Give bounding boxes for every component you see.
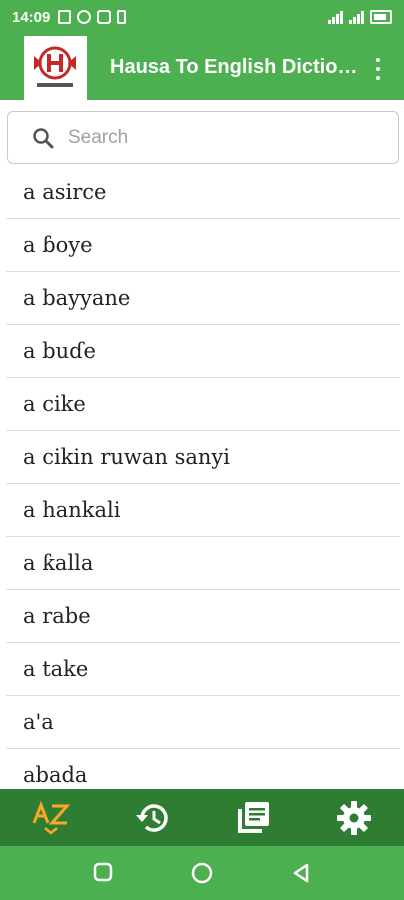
bottom-navigation <box>0 789 404 846</box>
whatsapp-icon <box>77 10 91 24</box>
word-item[interactable]: a bayyane <box>6 272 400 325</box>
app-bar: Hausa To English Dictionary <box>0 36 404 100</box>
word-item[interactable]: a take <box>6 643 400 696</box>
search-bar[interactable] <box>7 111 399 164</box>
gear-icon <box>336 800 371 835</box>
system-status-icons <box>328 10 392 24</box>
document-icon <box>58 10 71 24</box>
az-sort-icon <box>32 800 70 835</box>
overflow-menu-icon[interactable] <box>366 56 390 82</box>
sync-icon <box>97 10 111 24</box>
nav-history-button[interactable] <box>101 789 202 846</box>
battery-icon <box>370 10 392 24</box>
word-item[interactable]: a ɓoye <box>6 219 400 272</box>
word-item[interactable]: a asirce <box>6 166 400 219</box>
app-logo <box>24 36 87 100</box>
word-item[interactable]: a rabe <box>6 590 400 643</box>
word-item[interactable]: a buɗe <box>6 325 400 378</box>
signal-icon-2 <box>349 11 364 24</box>
nav-settings-button[interactable] <box>303 789 404 846</box>
history-icon <box>135 803 168 832</box>
notification-icons <box>58 10 126 24</box>
word-item[interactable]: abada <box>6 749 400 788</box>
phone-icon <box>117 10 126 24</box>
search-input[interactable] <box>68 122 378 154</box>
app-title: Hausa To English Dictionary <box>110 56 360 78</box>
word-list[interactable]: a asirce a ɓoye a bayyane a buɗe a cike … <box>0 166 404 788</box>
library-icon <box>237 801 269 833</box>
word-item[interactable]: a cike <box>6 378 400 431</box>
status-bar: 14:09 <box>0 0 404 36</box>
nav-library-button[interactable] <box>202 789 303 846</box>
status-time: 14:09 <box>12 9 51 26</box>
signal-icon-1 <box>328 11 343 24</box>
home-icon[interactable] <box>191 862 213 884</box>
system-navigation-bar <box>0 846 404 900</box>
hausa-logo-icon <box>34 46 76 87</box>
back-icon[interactable] <box>291 862 311 884</box>
word-item[interactable]: a'a <box>6 696 400 749</box>
word-item[interactable]: a cikin ruwan sanyi <box>6 431 400 484</box>
recent-apps-icon[interactable] <box>93 862 113 882</box>
word-item[interactable]: a ƙalla <box>6 537 400 590</box>
nav-alphabetical-button[interactable] <box>0 789 101 846</box>
word-item[interactable]: a hankali <box>6 484 400 537</box>
search-icon <box>33 128 54 149</box>
